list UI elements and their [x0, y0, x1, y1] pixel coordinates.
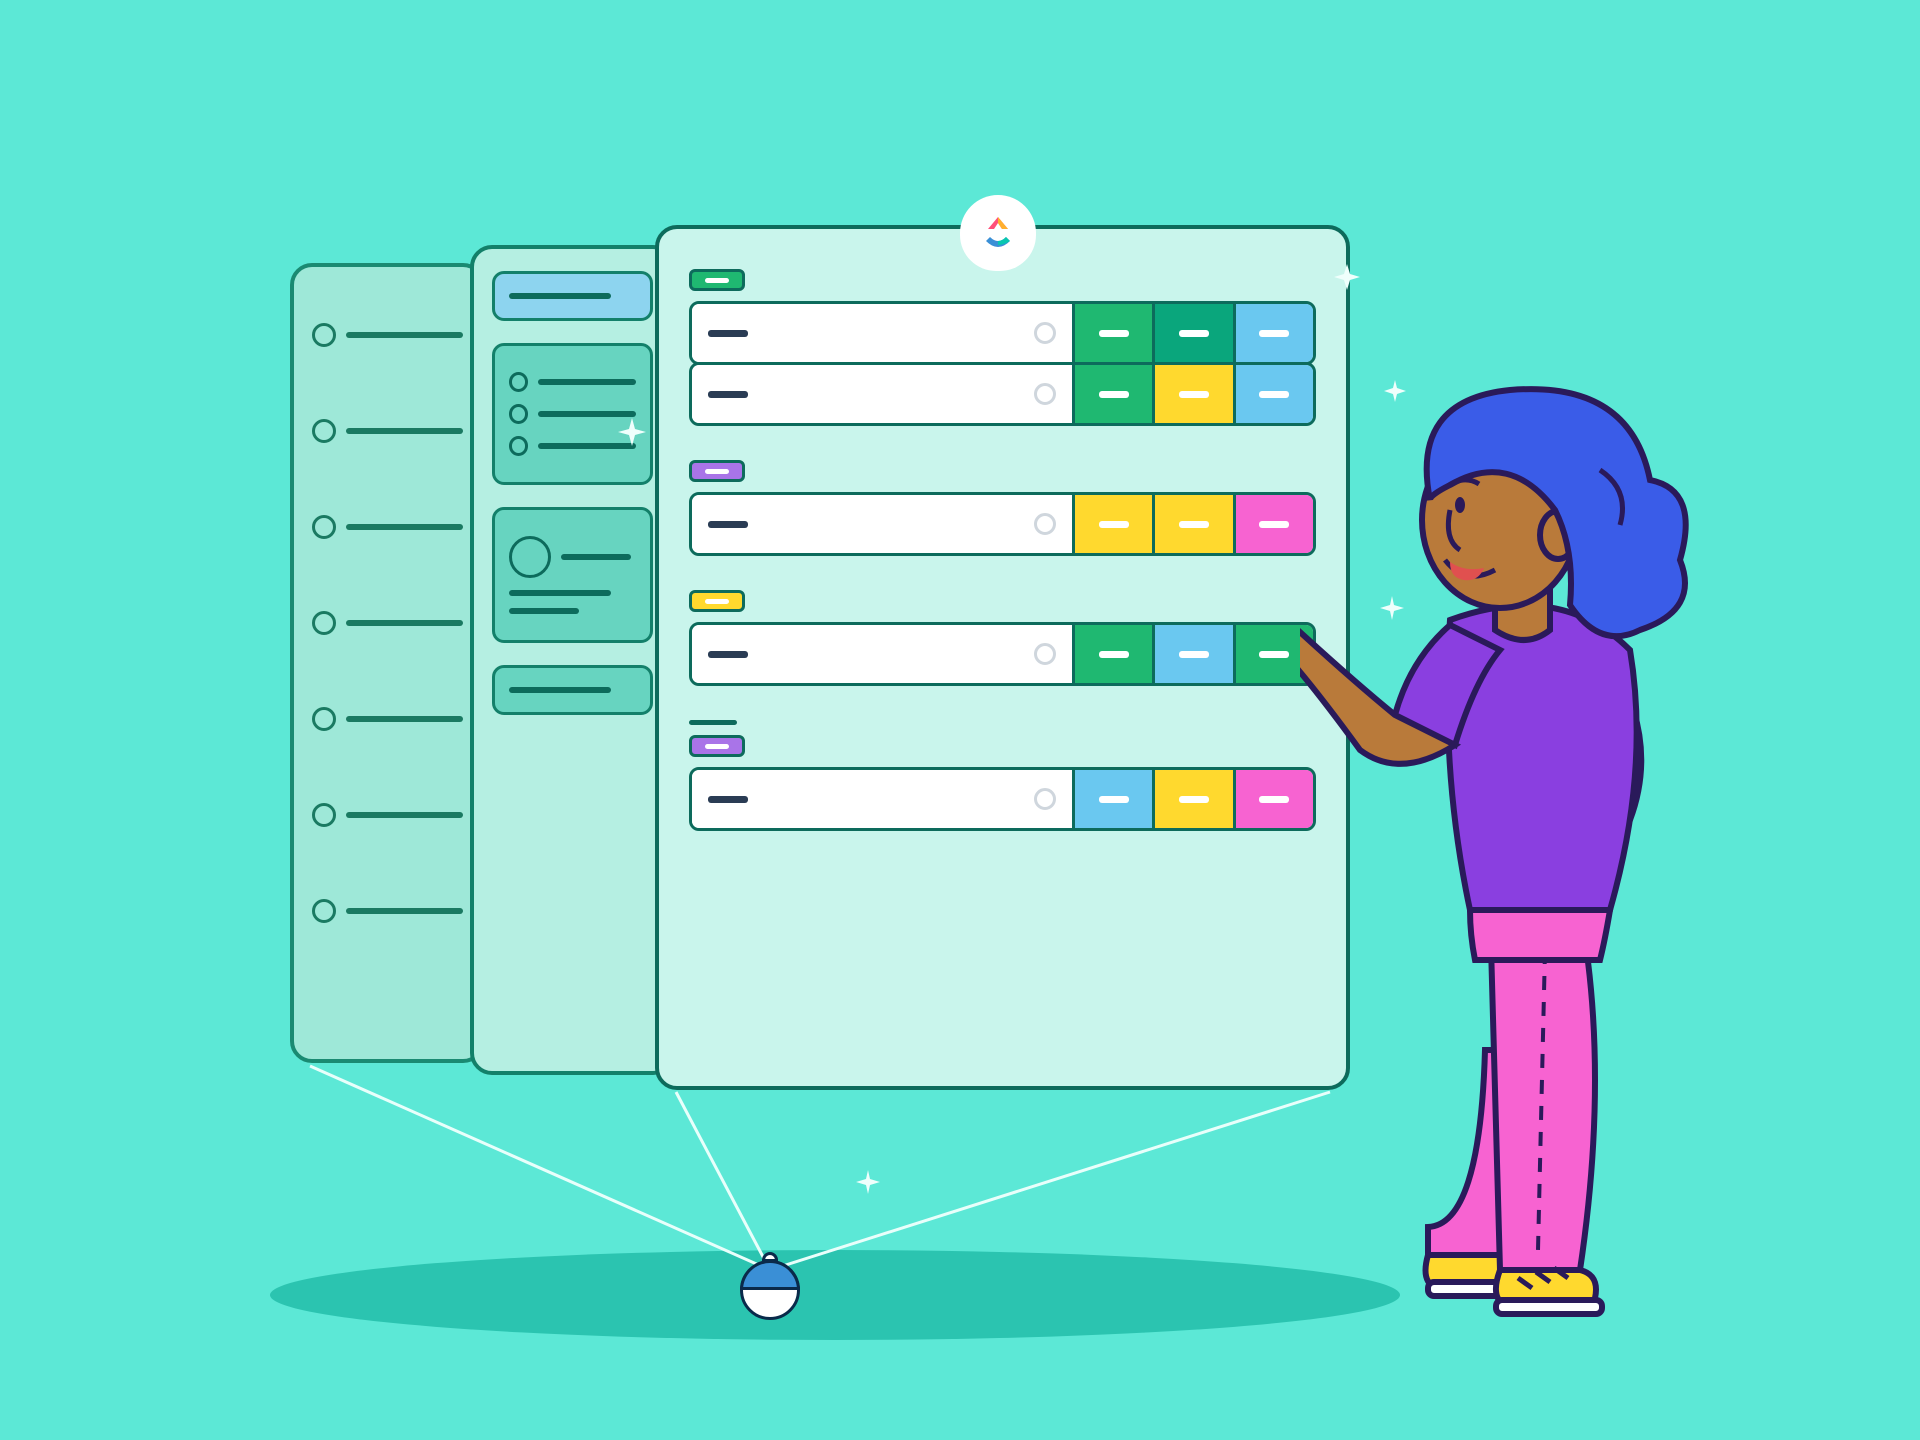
list-item	[312, 499, 463, 555]
status-cell	[1152, 304, 1232, 362]
sparkle-icon	[618, 418, 646, 446]
clickup-logo-icon	[976, 211, 1020, 255]
status-cell	[1152, 495, 1232, 553]
card-header	[492, 271, 653, 321]
list-item	[312, 787, 463, 843]
list-item	[312, 691, 463, 747]
list-item	[312, 307, 463, 363]
person-illustration	[1300, 350, 1720, 1330]
status-cell	[1072, 625, 1152, 683]
task-group	[689, 460, 1316, 556]
task-title-cell	[692, 495, 1072, 553]
hologram-projector	[740, 1260, 800, 1320]
list-item	[312, 883, 463, 939]
task-title-cell	[692, 365, 1072, 423]
floor-shadow	[270, 1250, 1400, 1340]
clickup-logo-badge	[960, 195, 1036, 271]
list-item	[312, 595, 463, 651]
status-cell	[1152, 365, 1232, 423]
list-item	[312, 403, 463, 459]
card-line	[492, 665, 653, 715]
task-row	[689, 362, 1316, 426]
task-group	[689, 590, 1316, 686]
group-label-line	[689, 720, 737, 725]
task-row	[689, 492, 1316, 556]
status-cell	[1072, 365, 1152, 423]
group-tag	[689, 590, 745, 612]
task-group	[689, 269, 1316, 426]
group-tag	[689, 269, 745, 291]
status-cell	[1072, 495, 1152, 553]
sparkle-icon	[856, 1170, 880, 1194]
status-cell	[1072, 770, 1152, 828]
illustration-stage	[0, 0, 1920, 1440]
status-cell	[1152, 770, 1232, 828]
card-avatar	[492, 507, 653, 643]
task-title-cell	[692, 625, 1072, 683]
task-row	[689, 301, 1316, 365]
background-panel-cards	[470, 245, 675, 1075]
foreground-panel-table	[655, 225, 1350, 1090]
task-row	[689, 622, 1316, 686]
group-tag	[689, 735, 745, 757]
task-group	[689, 720, 1316, 831]
status-cell	[1152, 625, 1232, 683]
sparkle-icon	[1334, 264, 1360, 290]
task-title-cell	[692, 770, 1072, 828]
status-cell	[1072, 304, 1152, 362]
group-tag	[689, 460, 745, 482]
task-row	[689, 767, 1316, 831]
task-title-cell	[692, 304, 1072, 362]
card-bullets	[492, 343, 653, 485]
background-panel-list	[290, 263, 485, 1063]
